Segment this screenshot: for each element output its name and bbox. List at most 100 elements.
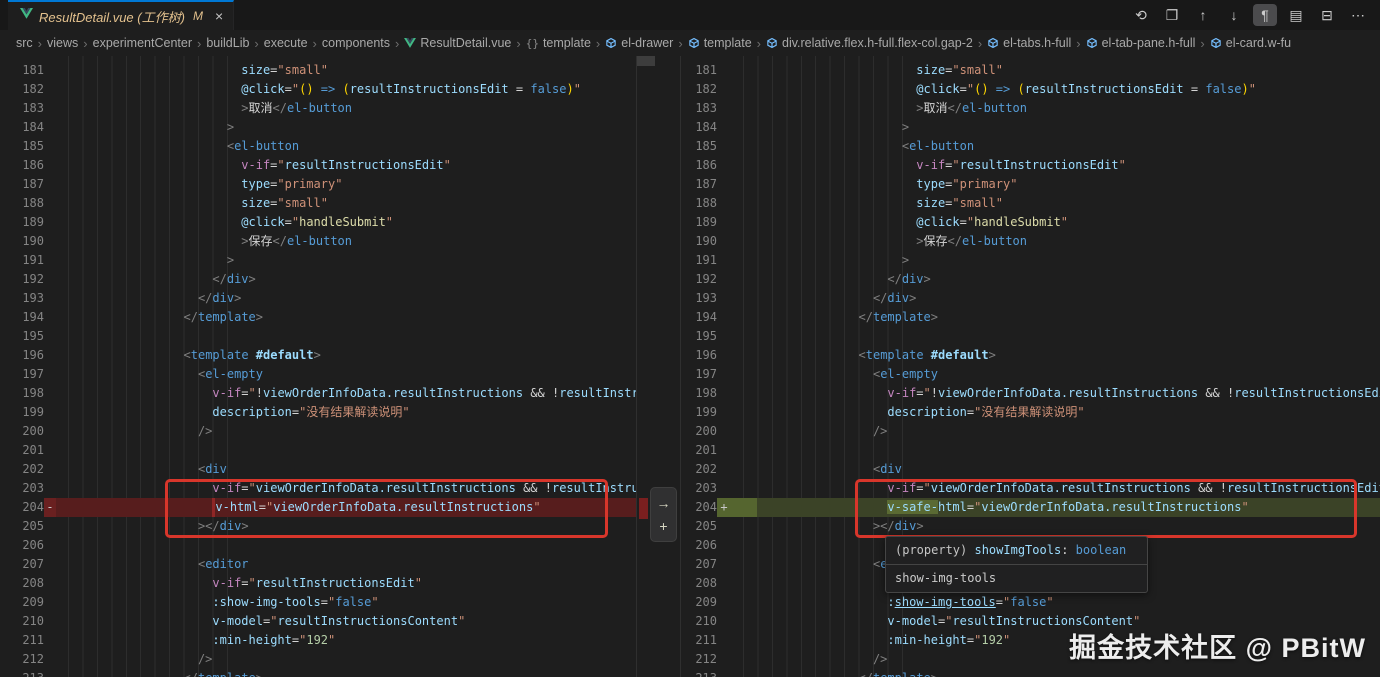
code-line-209[interactable]: 209:show-img-tools="false": [0, 593, 636, 612]
code-line-212[interactable]: 212 />: [0, 650, 636, 669]
code-line-191[interactable]: 191 >: [681, 251, 1380, 270]
code-line-210[interactable]: 210 v-model="resultInstructionsContent": [0, 612, 636, 631]
scrollbar-thumb[interactable]: [637, 56, 655, 66]
code-line-195[interactable]: 195: [681, 327, 1380, 346]
code-line-201[interactable]: 201: [0, 441, 636, 460]
previous-change-icon[interactable]: ↑: [1191, 4, 1215, 26]
breadcrumb-item[interactable]: experimentCenter: [93, 36, 192, 50]
code-line-207[interactable]: 207 <editor: [0, 555, 636, 574]
code-line-183[interactable]: 183 >取消</el-button: [0, 99, 636, 118]
code-line-206[interactable]: 206: [0, 536, 636, 555]
code-line-194[interactable]: 194 </template>: [0, 308, 636, 327]
code-line-198[interactable]: 198 v-if="!viewOrderInfoData.resultInstru…: [0, 384, 636, 403]
code-line-195[interactable]: 195: [0, 327, 636, 346]
code-line-211[interactable]: 211:min-height="192": [0, 631, 636, 650]
code-line-186[interactable]: 186 v-if="resultInstructionsEdit": [681, 156, 1380, 175]
whitespace-toggle-icon[interactable]: ¶: [1253, 4, 1277, 26]
code-line-181[interactable]: 181 size="small": [681, 61, 1380, 80]
code-text: </template>: [56, 669, 636, 677]
code-line-187[interactable]: 187 type="primary": [681, 175, 1380, 194]
breadcrumb-item[interactable]: el-tab-pane.h-full: [1086, 36, 1195, 50]
code-line-209[interactable]: 209:show-img-tools="false": [681, 593, 1380, 612]
breadcrumb-item[interactable]: ResultDetail.vue: [404, 36, 511, 50]
code-line-193[interactable]: 193 </div>: [681, 289, 1380, 308]
code-line-188[interactable]: 188 size="small": [0, 194, 636, 213]
code-line-189[interactable]: 189 @click="handleSubmit": [681, 213, 1380, 232]
line-number: 182: [22, 82, 44, 96]
breadcrumb-item[interactable]: div.relative.flex.h-full.flex-col.gap-2: [766, 36, 973, 50]
diff-editor-original[interactable]: 181 size="small" 182 @click="() => (resultI…: [0, 56, 637, 677]
code-line-185[interactable]: 185 <el-button: [0, 137, 636, 156]
code-line-198[interactable]: 198 v-if="!viewOrderInfoData.resultInstru…: [681, 384, 1380, 403]
code-line-197[interactable]: 197 <el-empty: [681, 365, 1380, 384]
code-line-204[interactable]: 204- v-html="viewOrderInfoData.resultInst…: [0, 498, 636, 517]
revert-change-arrow-icon[interactable]: →: [657, 496, 671, 510]
breadcrumb-item[interactable]: buildLib: [206, 36, 249, 50]
code-line-190[interactable]: 190 >保存</el-button: [681, 232, 1380, 251]
code-line-197[interactable]: 197 <el-empty: [0, 365, 636, 384]
code-line-203[interactable]: 203 v-if="viewOrderInfoData.resultInstruc…: [0, 479, 636, 498]
code-line-184[interactable]: 184 >: [681, 118, 1380, 137]
code-line-203[interactable]: 203 v-if="viewOrderInfoData.resultInstruc…: [681, 479, 1380, 498]
stage-change-plus-icon[interactable]: +: [659, 519, 667, 533]
code-line-192[interactable]: 192 </div>: [681, 270, 1380, 289]
code-line-210[interactable]: 210 v-model="resultInstructionsContent": [681, 612, 1380, 631]
next-change-icon[interactable]: ↓: [1222, 4, 1246, 26]
go-to-file-icon[interactable]: ❐: [1160, 4, 1184, 26]
map-icon[interactable]: ▤: [1284, 4, 1308, 26]
breadcrumb-label: views: [47, 36, 79, 50]
code-line-200[interactable]: 200 />: [681, 422, 1380, 441]
code-line-184[interactable]: 184 >: [0, 118, 636, 137]
breadcrumb-item[interactable]: views: [47, 36, 78, 50]
code-line-192[interactable]: 192 </div>: [0, 270, 636, 289]
code-line-202[interactable]: 202 <div: [681, 460, 1380, 479]
breadcrumb-item[interactable]: {} template: [526, 36, 591, 50]
code-line-183[interactable]: 183 >取消</el-button: [681, 99, 1380, 118]
line-number: 194: [695, 310, 717, 324]
breadcrumb-item[interactable]: template: [688, 36, 752, 50]
code-line-202[interactable]: 202 <div: [0, 460, 636, 479]
tab-resultdetail[interactable]: ResultDetail.vue (工作树) M ×: [8, 0, 235, 30]
code-line-182[interactable]: 182 @click="() => (resultInstructionsEdit…: [681, 80, 1380, 99]
code-line-188[interactable]: 188 size="small": [681, 194, 1380, 213]
breadcrumb-item[interactable]: components: [322, 36, 390, 50]
more-actions-icon[interactable]: ⋯: [1346, 4, 1370, 26]
breadcrumb-item[interactable]: el-card.w-fu: [1210, 36, 1291, 50]
code-line-190[interactable]: 190 >保存</el-button: [0, 232, 636, 251]
split-editor-icon[interactable]: ⊟: [1315, 4, 1339, 26]
code-line-213[interactable]: 213 </template>: [0, 669, 636, 677]
code-line-213[interactable]: 213 </template>: [681, 669, 1380, 677]
code-line-205[interactable]: 205 ></div>: [0, 517, 636, 536]
code-line-199[interactable]: 199 description="没有结果解读说明": [681, 403, 1380, 422]
code-line-204[interactable]: 204 + v-safe-html="viewOrderInfoData.resul…: [681, 498, 1380, 517]
code-line-212[interactable]: 212 />: [681, 650, 1380, 669]
code-line-186[interactable]: 186 v-if="resultInstructionsEdit": [0, 156, 636, 175]
breadcrumb-item[interactable]: el-tabs.h-full: [987, 36, 1071, 50]
code-line-196[interactable]: 196 <template #default>: [681, 346, 1380, 365]
code-line-181[interactable]: 181 size="small": [0, 61, 636, 80]
code-line-208[interactable]: 208 v-if="resultInstructionsEdit": [0, 574, 636, 593]
breadcrumb-label: el-card.w-fu: [1225, 36, 1292, 50]
code-line-191[interactable]: 191 >: [0, 251, 636, 270]
code-line-205[interactable]: 205 ></div>: [681, 517, 1380, 536]
code-line-187[interactable]: 187 type="primary": [0, 175, 636, 194]
breadcrumb-label: el-tabs.h-full: [1003, 36, 1072, 50]
history-icon[interactable]: ⟲: [1129, 4, 1153, 26]
diff-sign: [44, 612, 56, 631]
code-line-211[interactable]: 211:min-height="192": [681, 631, 1380, 650]
breadcrumb-item[interactable]: src: [16, 36, 33, 50]
code-line-199[interactable]: 199 description="没有结果解读说明": [0, 403, 636, 422]
code-line-193[interactable]: 193 </div>: [0, 289, 636, 308]
breadcrumb-item[interactable]: execute: [264, 36, 308, 50]
close-icon[interactable]: ×: [215, 9, 223, 23]
code-line-196[interactable]: 196 <template #default>: [0, 346, 636, 365]
breadcrumb-item[interactable]: el-drawer: [605, 36, 673, 50]
code-line-189[interactable]: 189 @click="handleSubmit": [0, 213, 636, 232]
code-line-185[interactable]: 185 <el-button: [681, 137, 1380, 156]
code-line-201[interactable]: 201: [681, 441, 1380, 460]
line-number: 206: [22, 538, 44, 552]
code-line-194[interactable]: 194 </template>: [681, 308, 1380, 327]
code-line-182[interactable]: 182 @click="() => (resultInstructionsEdit…: [0, 80, 636, 99]
code-line-200[interactable]: 200 />: [0, 422, 636, 441]
line-number: 200: [695, 424, 717, 438]
